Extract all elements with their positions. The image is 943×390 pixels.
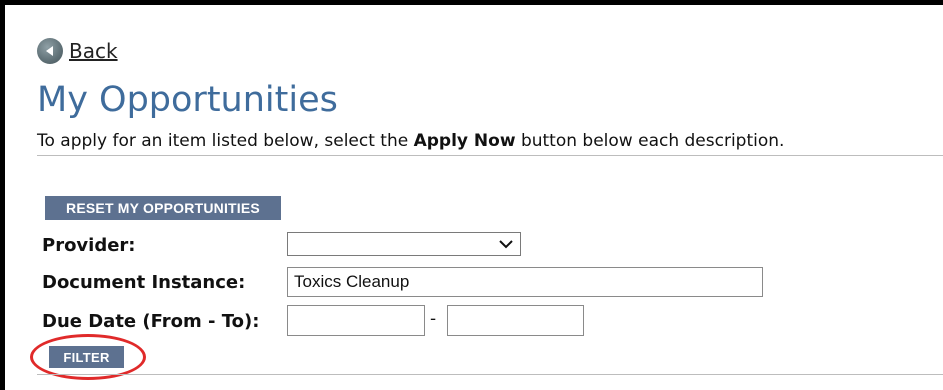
window-left-border — [0, 0, 5, 390]
page-title: My Opportunities — [37, 80, 338, 120]
back-link[interactable]: Back — [37, 38, 118, 64]
due-date-label: Due Date (From - To): — [42, 311, 260, 332]
chevron-down-icon — [499, 240, 513, 249]
back-arrow-icon — [37, 38, 63, 64]
due-date-from-input[interactable] — [287, 305, 425, 336]
document-instance-label: Document Instance: — [42, 272, 246, 293]
provider-select[interactable] — [287, 232, 521, 256]
window-top-border — [0, 0, 943, 5]
instructions-prefix: To apply for an item listed below, selec… — [37, 131, 414, 151]
instructions-suffix: button below each description. — [515, 131, 785, 151]
back-link-label[interactable]: Back — [69, 39, 118, 63]
instructions-text: To apply for an item listed below, selec… — [37, 131, 784, 151]
divider-top — [37, 155, 943, 156]
due-date-to-input[interactable] — [447, 305, 584, 336]
divider-bottom — [37, 374, 943, 375]
reset-opportunities-button[interactable]: RESET MY OPPORTUNITIES — [45, 196, 281, 220]
due-date-separator: - — [430, 309, 437, 329]
document-instance-input[interactable] — [287, 267, 763, 297]
provider-label: Provider: — [42, 235, 136, 256]
instructions-apply-now: Apply Now — [413, 131, 516, 151]
